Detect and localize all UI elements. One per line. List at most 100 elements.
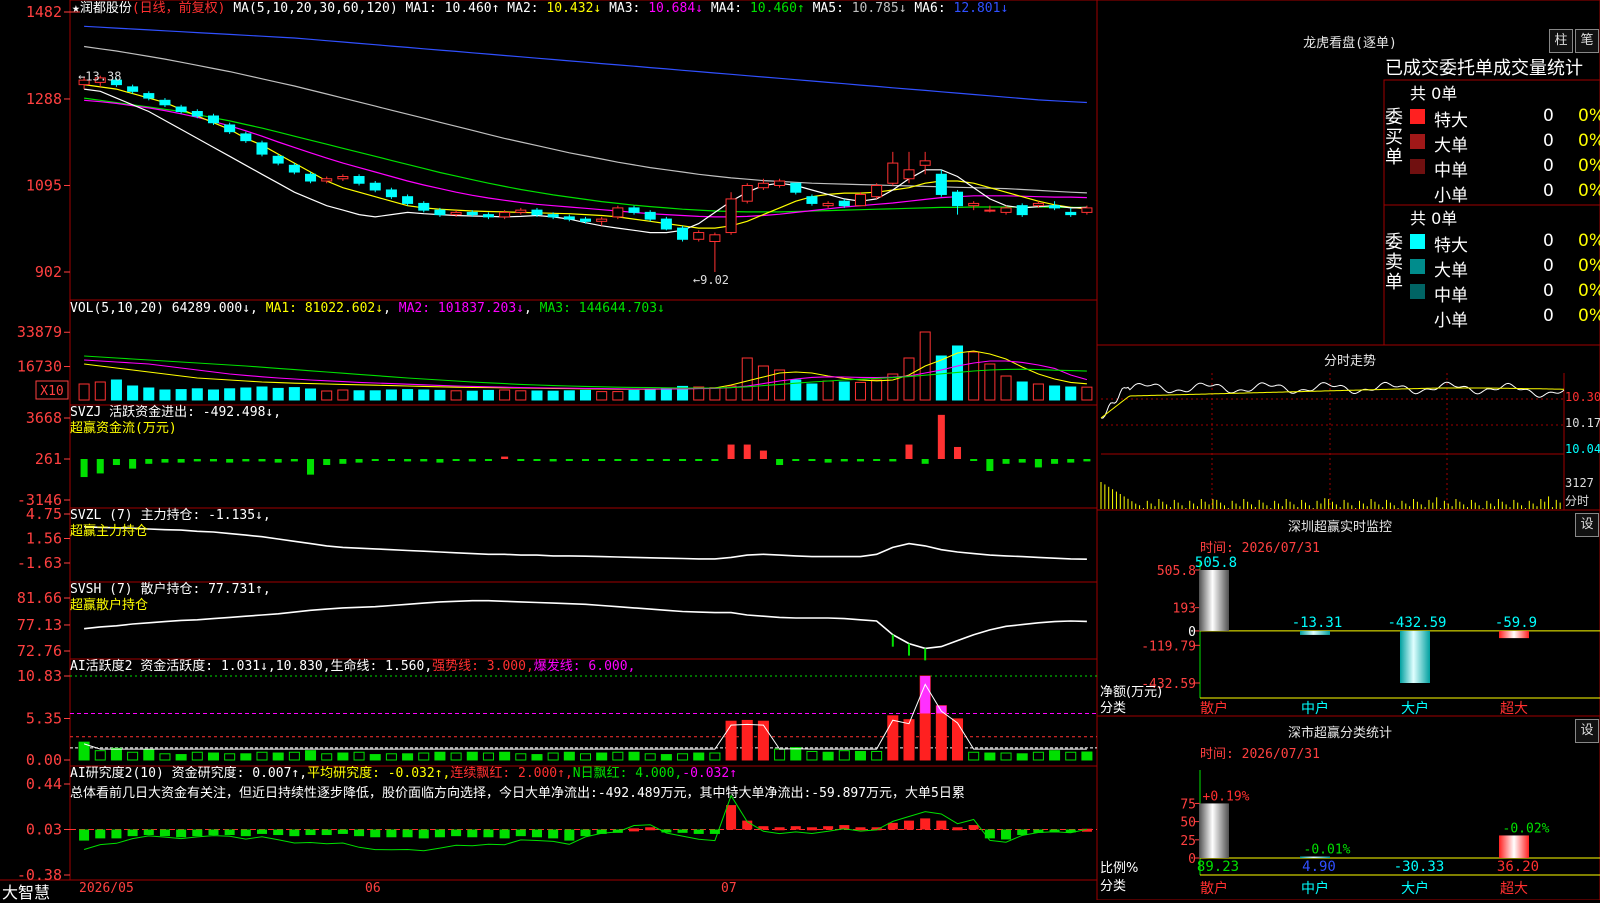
vol-bar	[127, 385, 139, 401]
vol-bar	[838, 381, 850, 401]
ai1-bar	[385, 753, 397, 761]
ai2-summary: 总体看前几日大资金有关注，但近日持续性逐步降低，股价面临方向选择，今日大单净流出…	[70, 786, 965, 801]
svzj-bar	[889, 459, 897, 462]
kline-mode[interactable]: (日线，前复权)	[132, 1, 226, 16]
szc-axis-label: 比例%	[1100, 861, 1139, 876]
ai1-bar	[709, 752, 721, 761]
ai2-bar	[159, 829, 170, 837]
ai1-bar	[418, 752, 430, 761]
ai1-burst: 爆发线: 6.000,	[533, 659, 636, 674]
vol-bar	[143, 387, 155, 401]
ai1-bar	[628, 751, 640, 761]
ai1-bar	[499, 751, 511, 761]
sz-bar	[1199, 570, 1229, 631]
fenshi-y2: 10.17	[1565, 416, 1600, 430]
vol-params: VOL(5,10,20)	[70, 301, 164, 316]
row-label: 中单	[1434, 161, 1468, 181]
vol-bar	[94, 381, 106, 401]
sz-settings-button[interactable]: 设	[1575, 513, 1599, 537]
candle-body	[1081, 207, 1093, 213]
ai2-bar	[79, 829, 90, 841]
svzj-sub: 超赢资金流(万元)	[70, 421, 177, 436]
vol-bar	[1016, 381, 1028, 401]
row-label: 小单	[1434, 186, 1468, 206]
buy-side-label: 委买单	[1385, 107, 1403, 168]
svzj-bar	[420, 459, 428, 462]
bar-mode-button[interactable]: 柱	[1549, 29, 1573, 53]
sz-y-label: 193	[1173, 602, 1196, 617]
ai2-bar	[887, 822, 898, 830]
vol-header: VOL(5,10,20) 64289.000↓, MA1: 81022.602↓…	[70, 301, 665, 316]
candle-body	[191, 111, 203, 117]
chart-canvas[interactable]: 1482 1288 1095 902 ←13.38 ←9.02 33879 16730 X10 3…	[0, 0, 1600, 900]
fenshi-y3: 10.04	[1565, 442, 1600, 456]
szc-change-label: -0.02%	[1503, 821, 1550, 836]
ai1-bar	[596, 752, 608, 761]
ai2-tail: -0.032↑	[682, 766, 738, 781]
vol-bar	[434, 389, 446, 401]
vol-ma1: MA1: 81022.602↓	[265, 301, 384, 316]
vol-bar	[628, 389, 640, 401]
tick-mode-button[interactable]: 笔	[1575, 29, 1599, 53]
ma-label: MA2:	[507, 1, 539, 16]
szc-bar	[1499, 835, 1529, 858]
vol-bar	[450, 390, 462, 401]
svzj-bar	[873, 459, 881, 461]
legend-swatch	[1410, 284, 1425, 299]
candle-body	[612, 207, 624, 218]
svzj-bar	[1067, 459, 1075, 463]
candle-body	[903, 169, 915, 180]
candle-body	[353, 176, 365, 184]
ai1-bar	[1016, 753, 1028, 761]
ai2-bar	[903, 820, 915, 830]
szc-settings-button[interactable]: 设	[1575, 719, 1599, 743]
ai1-bar	[952, 718, 964, 761]
svzl-header: SVZL (7) 主力持仓: -1.135↓, 超赢主力持仓	[70, 508, 271, 540]
svzj-bar	[209, 459, 217, 462]
ma-value: 10.432↓	[538, 1, 610, 16]
vol-bar	[806, 383, 818, 401]
ai1-bar	[175, 754, 187, 761]
ai1-bar	[612, 751, 624, 761]
candle-body	[288, 164, 300, 173]
legend-swatch	[1410, 134, 1425, 149]
vol-bar	[272, 387, 284, 401]
szc-title: 深市超赢分类统计	[1287, 726, 1392, 741]
candle-body	[741, 184, 753, 202]
svzj-bar	[404, 459, 412, 462]
stock-name[interactable]: 润都股份	[80, 1, 132, 16]
ai1-bar	[644, 753, 656, 761]
vol-bar	[1032, 383, 1044, 401]
candle-body	[1000, 207, 1012, 213]
brand-logo[interactable]: 大智慧	[2, 879, 50, 903]
star-icon[interactable]: ★	[72, 1, 80, 16]
candle-body	[628, 207, 640, 213]
ai1-bar	[1081, 751, 1093, 761]
ma-value: 10.684↓	[640, 1, 711, 16]
candle-body	[402, 196, 414, 204]
candle-body	[418, 202, 430, 211]
svzj-bar	[824, 459, 832, 463]
ai2-bar	[305, 829, 316, 836]
candle-body	[272, 155, 284, 164]
svzj-bar	[776, 459, 784, 466]
svzl-y-label: -1.63	[17, 554, 62, 572]
lhb-row-sell: 特大 0 0%	[1410, 231, 1600, 256]
candle-body	[450, 211, 462, 216]
kline-header: ★润都股份(日线，前复权) MA(5,10,20,30,60,120) MA1:…	[72, 1, 1008, 17]
candle-body	[822, 202, 834, 207]
ai2-bar	[548, 829, 559, 839]
szc-category: 大户	[1401, 880, 1429, 897]
ai1-bar	[207, 752, 219, 761]
szc-category: 超大	[1500, 881, 1528, 897]
ma-values: MA1: 10.460↑ MA2: 10.432↓ MA3: 10.684↓ M…	[406, 1, 1009, 16]
ai2-bar	[936, 820, 947, 830]
szc-axis-label2: 分类	[1100, 879, 1127, 894]
vol-bar	[596, 391, 608, 401]
svzj-bar	[501, 456, 509, 459]
svzj-bar	[921, 459, 929, 464]
candle-body	[952, 191, 964, 207]
x-label-may: 2026/05	[79, 881, 134, 896]
ai2-bar	[289, 829, 300, 837]
ai2-bar	[192, 829, 203, 837]
